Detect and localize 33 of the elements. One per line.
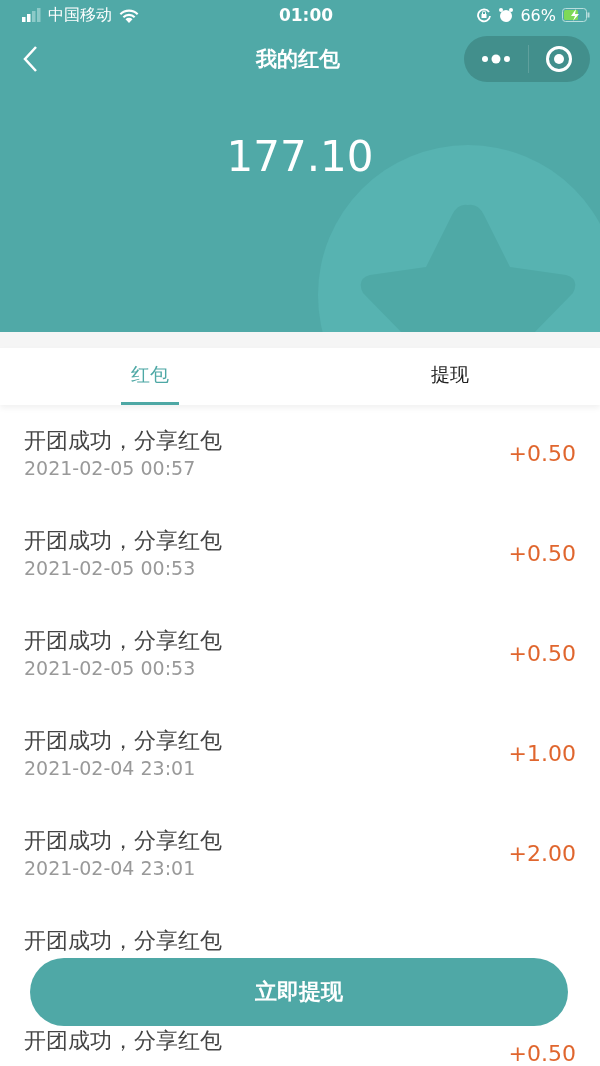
record-amount: +0.50 xyxy=(508,643,576,665)
record-title: 开团成功，分享红包 xyxy=(24,729,223,754)
withdraw-button[interactable]: 立即提现 xyxy=(30,958,568,1026)
record-amount: +0.50 xyxy=(508,543,576,565)
record-date: 2021-02-05 00:53 xyxy=(24,558,197,580)
record-title: 开团成功，分享红包 xyxy=(24,929,223,954)
tab[interactable]: 提现 xyxy=(421,348,479,405)
capsule-menu[interactable] xyxy=(464,36,590,82)
record-amount: +2.00 xyxy=(508,843,576,865)
record-title: 开团成功，分享红包 xyxy=(24,429,223,454)
page-title: 我的红包 xyxy=(254,46,341,73)
record-title: 开团成功，分享红包 xyxy=(24,529,223,554)
status-time: 01:00 xyxy=(278,5,334,25)
record-date: 2021-02-04 23:01 xyxy=(24,858,197,880)
record-amount: +0.50 xyxy=(508,1043,576,1065)
tab[interactable]: 红包 xyxy=(121,348,179,405)
record-title: 开团成功，分享红包 xyxy=(24,829,223,854)
rotation-lock-icon xyxy=(476,7,493,23)
record-amount: +1.00 xyxy=(508,743,576,765)
record-date: 2021-02-04 23:01 xyxy=(24,758,197,780)
record-date: 2021-02-05 00:57 xyxy=(24,458,197,480)
battery-charging-icon xyxy=(562,8,590,22)
record-title: 开团成功，分享红包 xyxy=(24,629,223,654)
wifi-icon xyxy=(118,7,140,23)
close-icon[interactable] xyxy=(545,45,574,73)
more-icon[interactable] xyxy=(480,54,511,64)
record-title: 开团成功，分享红包 xyxy=(24,1029,223,1054)
record-date: 2021-02-05 00:53 xyxy=(24,658,197,680)
battery-percent: 66% xyxy=(520,5,556,25)
balance-amount: 177.10 xyxy=(225,132,375,181)
record-amount: +0.50 xyxy=(508,443,576,465)
signal-icon xyxy=(22,8,42,22)
carrier-name: 中国移动 xyxy=(48,4,112,26)
